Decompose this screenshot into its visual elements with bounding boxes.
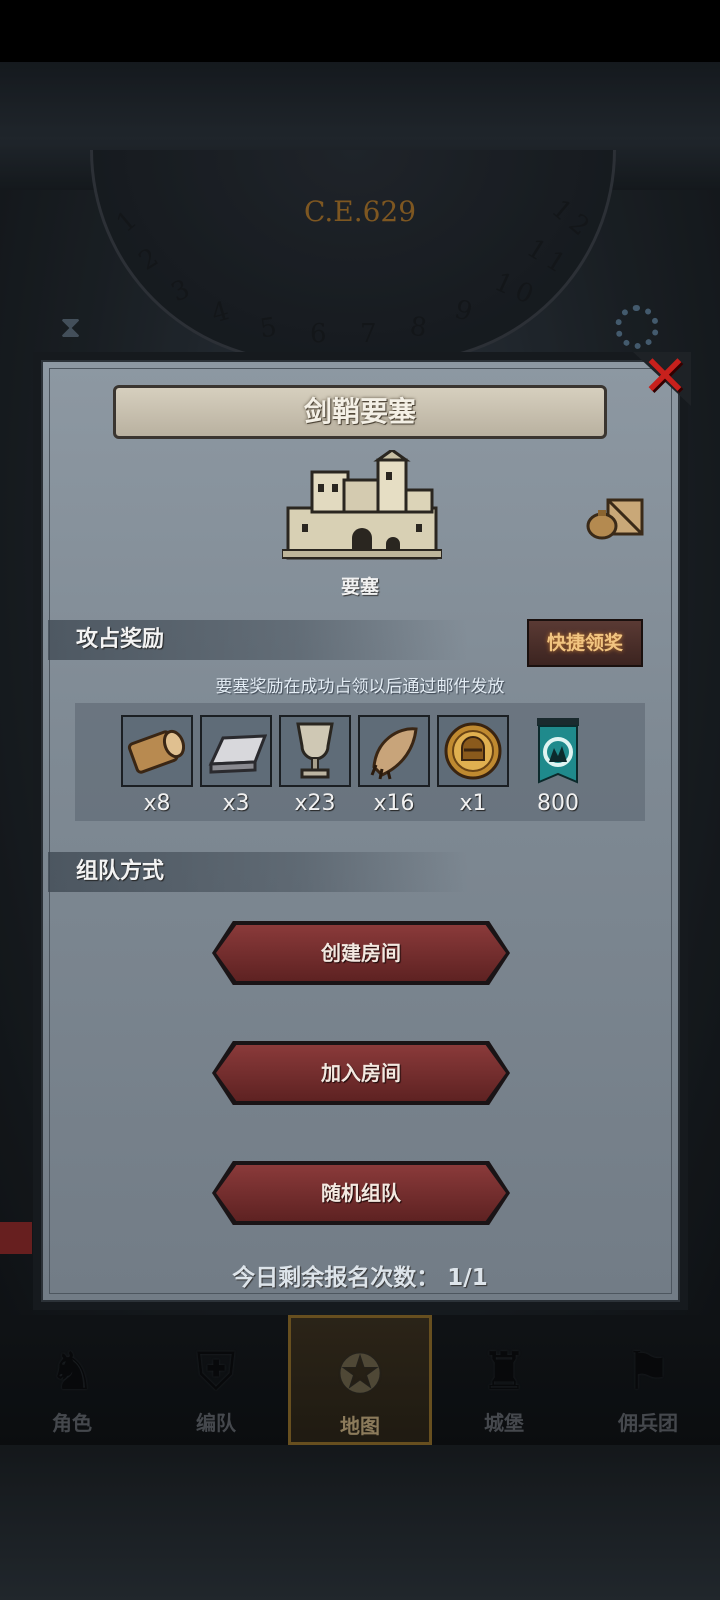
reward-item[interactable]: x16 [358,715,430,816]
guild-banner-icon [522,715,594,787]
reward-qty: x1 [459,791,487,816]
team-mode-header: 组队方式 [48,852,468,892]
reward-item[interactable]: x3 [200,715,272,816]
reward-item[interactable]: x1 [437,715,509,816]
reward-item[interactable]: x23 [279,715,351,816]
random-team-button[interactable]: 随机组队 [216,1165,506,1221]
capture-reward-header: 攻占奖励 [48,620,468,660]
wood-log-icon [121,715,193,787]
quick-claim-button[interactable]: 快捷领奖 [527,619,643,667]
reward-qty: x16 [373,791,415,816]
remaining-signups: 今日剩余报名次数： 1/1 [232,1265,488,1291]
goblet-icon [279,715,351,787]
building-caption: 要塞 [340,576,379,598]
reward-item[interactable]: x8 [121,715,193,816]
reward-note: 要塞奖励在成功占领以后通过邮件发放 [215,677,505,697]
iron-ingot-icon [200,715,272,787]
loot-bag-crate-icon[interactable] [586,496,646,540]
reward-qty: x8 [143,791,171,816]
reward-qty: 800 [537,791,579,816]
modal-title: 剑鞘要塞 [113,385,607,439]
create-room-button[interactable]: 创建房间 [216,925,506,981]
reward-qty: x23 [294,791,336,816]
fur-pelt-icon [358,715,430,787]
close-icon[interactable]: ✕ [640,349,690,405]
reward-item[interactable]: 800 [522,715,594,816]
join-room-button[interactable]: 加入房间 [216,1045,506,1101]
fortress-icon [282,450,442,560]
knight-helmet-medal-icon [437,715,509,787]
reward-qty: x3 [222,791,250,816]
